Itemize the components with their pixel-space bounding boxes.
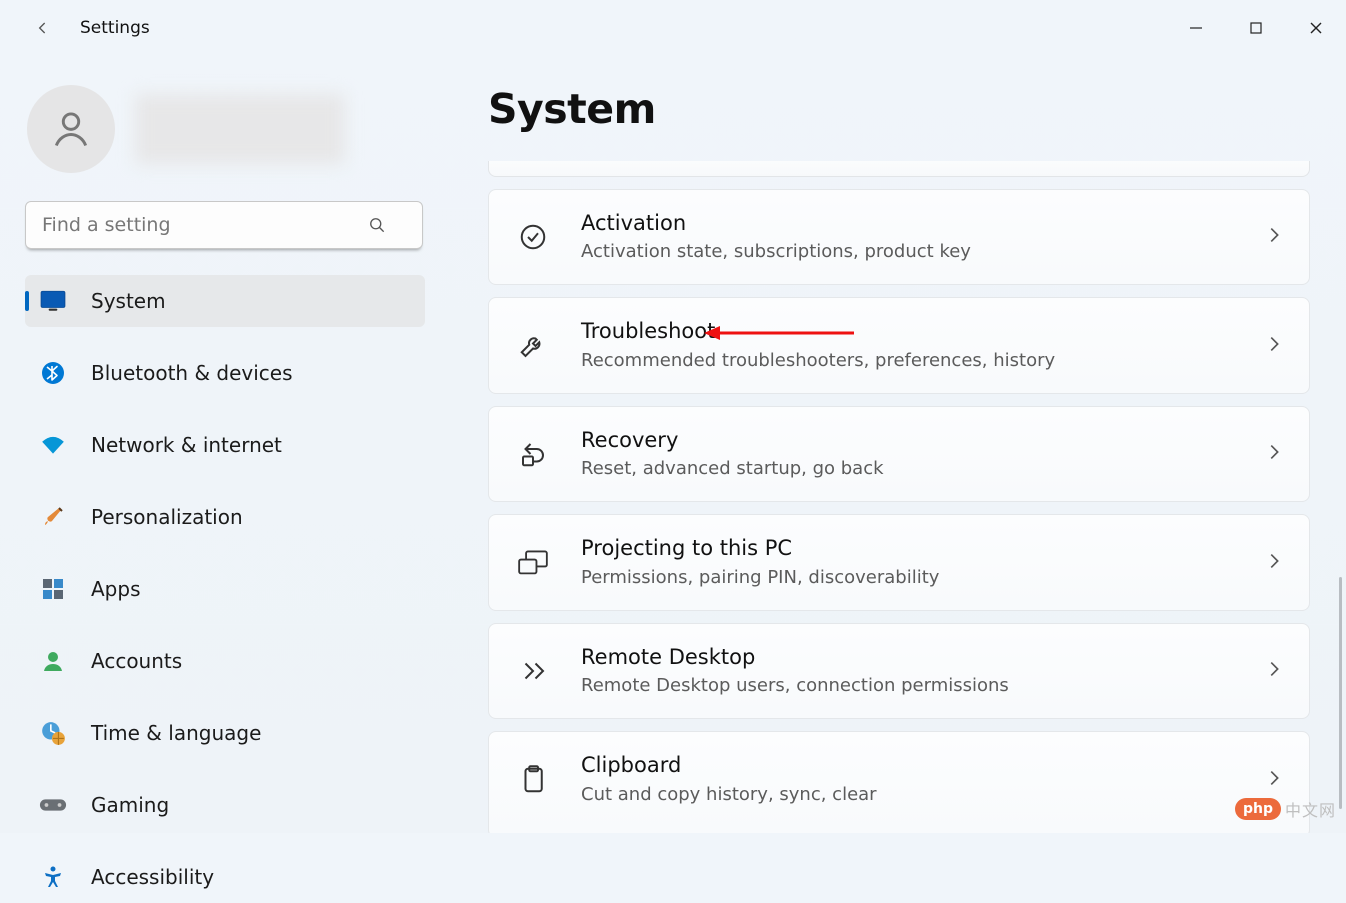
card-title: Clipboard <box>581 752 1231 779</box>
sidebar-item-label: Network & internet <box>91 433 282 457</box>
sidebar-item-label: Bluetooth & devices <box>91 361 293 385</box>
sidebar-item-label: System <box>91 289 166 313</box>
chevron-right-icon <box>1263 333 1285 359</box>
card-subtitle: Activation state, subscriptions, product… <box>581 239 1231 264</box>
card-remote-desktop[interactable]: Remote Desktop Remote Desktop users, con… <box>488 623 1310 719</box>
back-button[interactable] <box>28 13 58 43</box>
search-icon[interactable] <box>357 201 397 249</box>
page-title: System <box>488 85 1310 133</box>
card-projecting[interactable]: Projecting to this PC Permissions, pairi… <box>488 514 1310 610</box>
user-name-redacted <box>135 94 345 164</box>
maximize-button[interactable] <box>1226 8 1286 48</box>
card-activation[interactable]: Activation Activation state, subscriptio… <box>488 189 1310 285</box>
sidebar-item-label: Gaming <box>91 793 169 817</box>
sidebar-item-gaming[interactable]: Gaming <box>25 779 425 831</box>
card-title: Projecting to this PC <box>581 535 1231 562</box>
clipboard-icon <box>517 764 549 796</box>
sidebar: System Bluetooth & devices Network & int… <box>0 55 440 833</box>
search-wrap <box>25 201 425 249</box>
sidebar-item-network[interactable]: Network & internet <box>25 419 425 471</box>
person-icon <box>39 647 67 675</box>
sidebar-item-bluetooth[interactable]: Bluetooth & devices <box>25 347 425 399</box>
check-circle-icon <box>517 221 549 253</box>
settings-list: Activation Activation state, subscriptio… <box>488 161 1310 833</box>
chevron-right-icon <box>1263 658 1285 684</box>
sidebar-item-apps[interactable]: Apps <box>25 563 425 615</box>
chevron-right-icon <box>1263 550 1285 576</box>
sidebar-item-label: Time & language <box>91 721 261 745</box>
sidebar-item-system[interactable]: System <box>25 275 425 327</box>
bluetooth-icon <box>39 359 67 387</box>
gamepad-icon <box>39 791 67 819</box>
sidebar-item-accessibility[interactable]: Accessibility <box>25 851 425 903</box>
remote-desktop-icon <box>517 655 549 687</box>
clock-globe-icon <box>39 719 67 747</box>
brush-icon <box>39 503 67 531</box>
card-subtitle: Cut and copy history, sync, clear <box>581 782 1231 807</box>
chevron-right-icon <box>1263 441 1285 467</box>
card-title: Activation <box>581 210 1231 237</box>
watermark-text: 中文网 <box>1285 797 1336 821</box>
chevron-right-icon <box>1263 767 1285 793</box>
minimize-button[interactable] <box>1166 8 1226 48</box>
wifi-icon <box>39 431 67 459</box>
sidebar-item-time-language[interactable]: Time & language <box>25 707 425 759</box>
watermark-bubble: php <box>1235 798 1281 820</box>
apps-icon <box>39 575 67 603</box>
sidebar-item-label: Apps <box>91 577 141 601</box>
sidebar-item-label: Accounts <box>91 649 182 673</box>
card-title: Troubleshoot <box>581 318 1231 345</box>
card-recovery[interactable]: Recovery Reset, advanced startup, go bac… <box>488 406 1310 502</box>
scrollbar-thumb[interactable] <box>1339 577 1342 809</box>
card-clipboard[interactable]: Clipboard Cut and copy history, sync, cl… <box>488 731 1310 833</box>
card-subtitle: Reset, advanced startup, go back <box>581 456 1231 481</box>
watermark: php 中文网 <box>1235 797 1336 821</box>
accessibility-icon <box>39 863 67 891</box>
sidebar-item-personalization[interactable]: Personalization <box>25 491 425 543</box>
card-subtitle: Recommended troubleshooters, preferences… <box>581 348 1231 373</box>
sidebar-item-label: Accessibility <box>91 865 214 889</box>
display-icon <box>39 287 67 315</box>
main-content: System Activation Activation state, subs… <box>440 55 1346 833</box>
sidebar-item-label: Personalization <box>91 505 243 529</box>
wrench-icon <box>517 330 549 362</box>
card-troubleshoot[interactable]: Troubleshoot Recommended troubleshooters… <box>488 297 1310 393</box>
close-button[interactable] <box>1286 8 1346 48</box>
recovery-icon <box>517 438 549 470</box>
user-section[interactable] <box>25 85 425 173</box>
window-controls <box>1166 8 1346 48</box>
card-title: Recovery <box>581 427 1231 454</box>
avatar <box>27 85 115 173</box>
chevron-right-icon <box>1263 224 1285 250</box>
card-subtitle: Permissions, pairing PIN, discoverabilit… <box>581 565 1231 590</box>
card-subtitle: Remote Desktop users, connection permiss… <box>581 673 1231 698</box>
card-title: Remote Desktop <box>581 644 1231 671</box>
projecting-icon <box>517 547 549 579</box>
titlebar: Settings <box>0 0 1346 55</box>
sidebar-nav: System Bluetooth & devices Network & int… <box>25 275 425 903</box>
card-partial-top[interactable] <box>488 161 1310 177</box>
app-title: Settings <box>80 18 150 38</box>
sidebar-item-accounts[interactable]: Accounts <box>25 635 425 687</box>
